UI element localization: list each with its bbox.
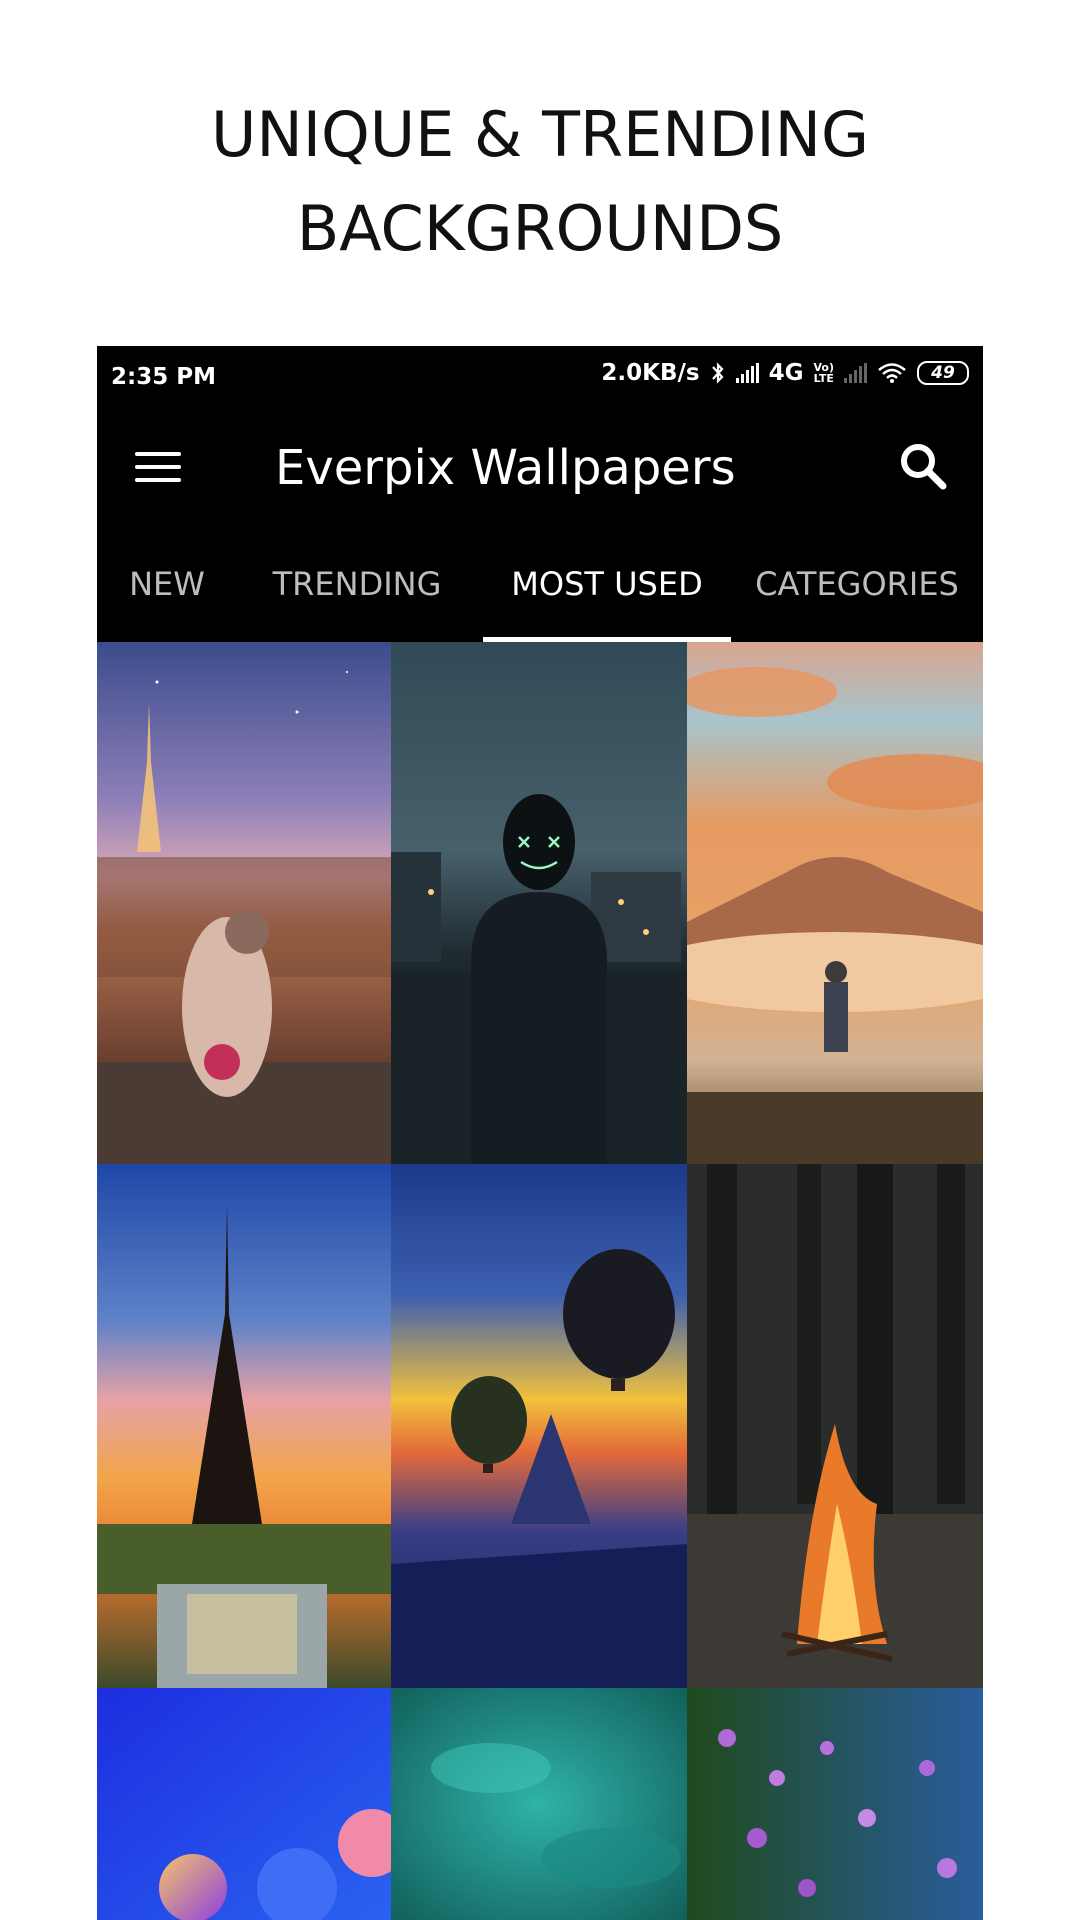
- tab-most-used[interactable]: MOST USED: [483, 526, 731, 642]
- tab-most-used-label: MOST USED: [511, 565, 703, 603]
- tab-trending[interactable]: TRENDING: [237, 526, 477, 642]
- wallpaper-tile-eiffel-night[interactable]: [97, 642, 391, 1164]
- volte-icon: Vo) LTE: [814, 362, 835, 384]
- promo-line-2: BACKGROUNDS: [296, 192, 784, 265]
- status-bar: 2:35 PM 2.0KB/s 4G Vo) LTE 49: [97, 346, 983, 406]
- volte-bottom: LTE: [813, 372, 834, 385]
- promo-line-1: UNIQUE & TRENDING: [210, 98, 870, 171]
- app-bar: Everpix Wallpapers: [97, 406, 983, 526]
- wallpaper-image: [687, 1164, 983, 1688]
- wallpaper-grid: [97, 642, 983, 1920]
- wallpaper-image: [391, 1688, 687, 1920]
- wallpaper-tile-mountain-sunset[interactable]: [687, 642, 983, 1164]
- tab-categories[interactable]: CATEGORIES: [731, 526, 983, 642]
- wifi-icon: [878, 363, 906, 383]
- wallpaper-tile-hot-air-balloons[interactable]: [391, 1164, 687, 1688]
- wallpaper-image: [97, 1164, 391, 1688]
- signal-dim-icon: [844, 363, 867, 383]
- wallpaper-image: [391, 1164, 687, 1688]
- wallpaper-tile-forest-campfire[interactable]: [687, 1164, 983, 1688]
- signal-icon: [735, 363, 759, 383]
- hamburger-menu-icon[interactable]: [127, 438, 185, 496]
- wallpaper-image: [97, 642, 391, 1164]
- search-icon[interactable]: [893, 436, 953, 496]
- phone-screen: 2:35 PM 2.0KB/s 4G Vo) LTE 49 Everpix Wa…: [97, 346, 983, 1920]
- wallpaper-image: [97, 1688, 391, 1920]
- wallpaper-image: [687, 642, 983, 1164]
- tab-new-label: NEW: [129, 565, 205, 603]
- tab-new[interactable]: NEW: [97, 526, 237, 642]
- battery-icon: 49: [917, 361, 969, 385]
- bluetooth-icon: [711, 362, 724, 384]
- battery-level: 49: [931, 363, 955, 383]
- wallpaper-tile-masked-hoodie[interactable]: [391, 642, 687, 1164]
- network-speed: 2.0KB/s: [601, 360, 700, 386]
- status-icons: 2.0KB/s 4G Vo) LTE 49: [601, 360, 969, 386]
- app-title: Everpix Wallpapers: [275, 440, 736, 496]
- wallpaper-tile-teal-texture[interactable]: [391, 1688, 687, 1920]
- wallpaper-tile-purple-flowers[interactable]: [687, 1688, 983, 1920]
- tab-categories-label: CATEGORIES: [755, 565, 959, 603]
- tab-bar: NEW TRENDING MOST USED CATEGORIES: [97, 526, 983, 642]
- promo-headline: UNIQUE & TRENDING BACKGROUNDS: [0, 88, 1080, 276]
- network-type: 4G: [768, 360, 804, 386]
- wallpaper-image: [391, 642, 687, 1164]
- wallpaper-image: [687, 1688, 983, 1920]
- wallpaper-tile-abstract-spheres[interactable]: [97, 1688, 391, 1920]
- wallpaper-tile-eiffel-sunset[interactable]: [97, 1164, 391, 1688]
- tab-trending-label: TRENDING: [272, 565, 442, 603]
- status-time: 2:35 PM: [111, 364, 216, 390]
